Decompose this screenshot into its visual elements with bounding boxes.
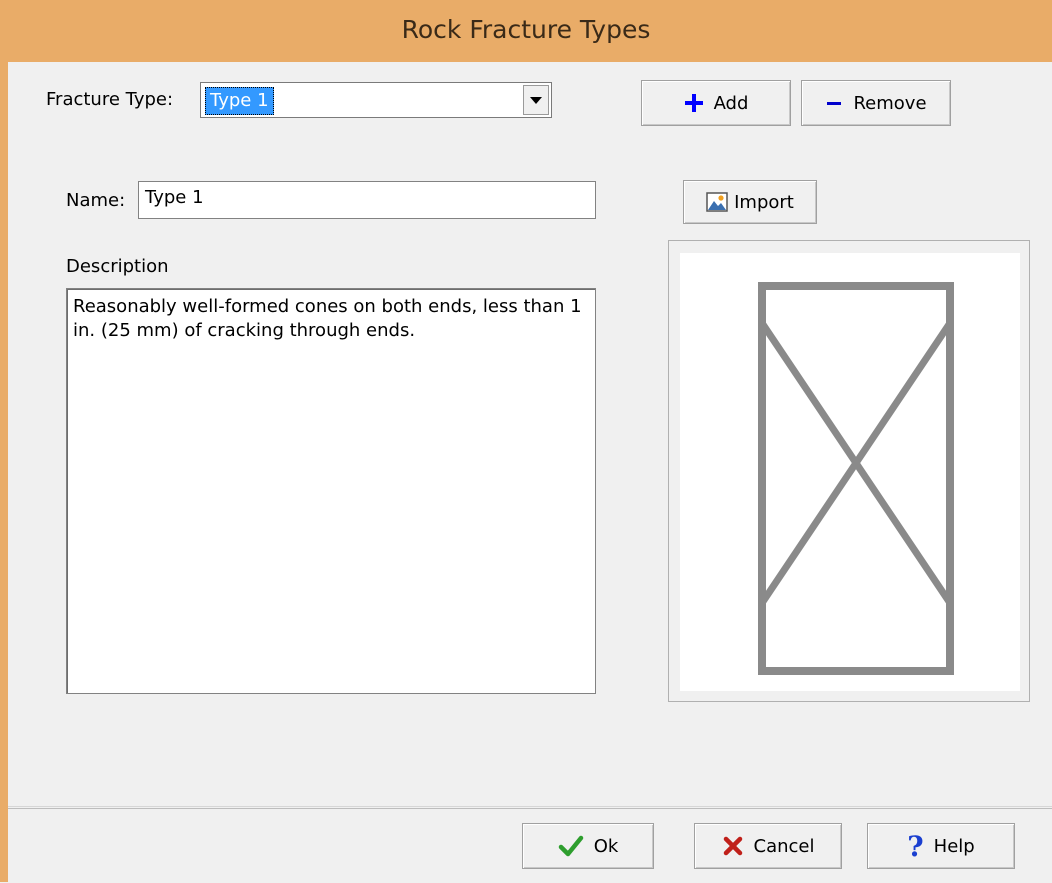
- description-label: Description: [66, 256, 169, 277]
- remove-button[interactable]: Remove: [801, 80, 951, 126]
- title-bar: Rock Fracture Types: [0, 0, 1052, 62]
- fracture-type-label: Fracture Type:: [46, 89, 174, 110]
- ok-button[interactable]: Ok: [522, 823, 654, 869]
- ok-button-label: Ok: [593, 835, 619, 857]
- x-icon: [722, 835, 744, 857]
- plus-icon: [684, 93, 704, 113]
- window-left-border: [0, 62, 8, 882]
- fracture-image: [680, 253, 1020, 691]
- help-button-label: Help: [933, 835, 975, 857]
- add-button[interactable]: Add: [641, 80, 791, 126]
- remove-button-label: Remove: [853, 92, 927, 114]
- cancel-button[interactable]: Cancel: [694, 823, 842, 869]
- question-icon: ?: [907, 829, 924, 863]
- import-button-label: Import: [734, 191, 794, 213]
- add-button-label: Add: [713, 92, 749, 114]
- window-title: Rock Fracture Types: [401, 15, 651, 44]
- name-field[interactable]: Type 1: [138, 181, 596, 219]
- fracture-type-selected: Type 1: [205, 87, 274, 115]
- name-label: Name:: [66, 190, 126, 211]
- fracture-image-frame: [668, 240, 1030, 702]
- checkmark-icon: [558, 834, 584, 858]
- footer-divider: [8, 806, 1052, 807]
- fracture-type-dropdown[interactable]: Type 1: [200, 82, 552, 118]
- cancel-button-label: Cancel: [753, 835, 815, 857]
- import-button[interactable]: Import: [683, 180, 817, 224]
- help-button[interactable]: ? Help: [867, 823, 1015, 869]
- description-textarea[interactable]: Reasonably well-formed cones on both end…: [66, 288, 596, 694]
- chevron-down-icon[interactable]: [523, 85, 549, 115]
- image-icon: [706, 192, 728, 212]
- minus-icon: [825, 93, 843, 113]
